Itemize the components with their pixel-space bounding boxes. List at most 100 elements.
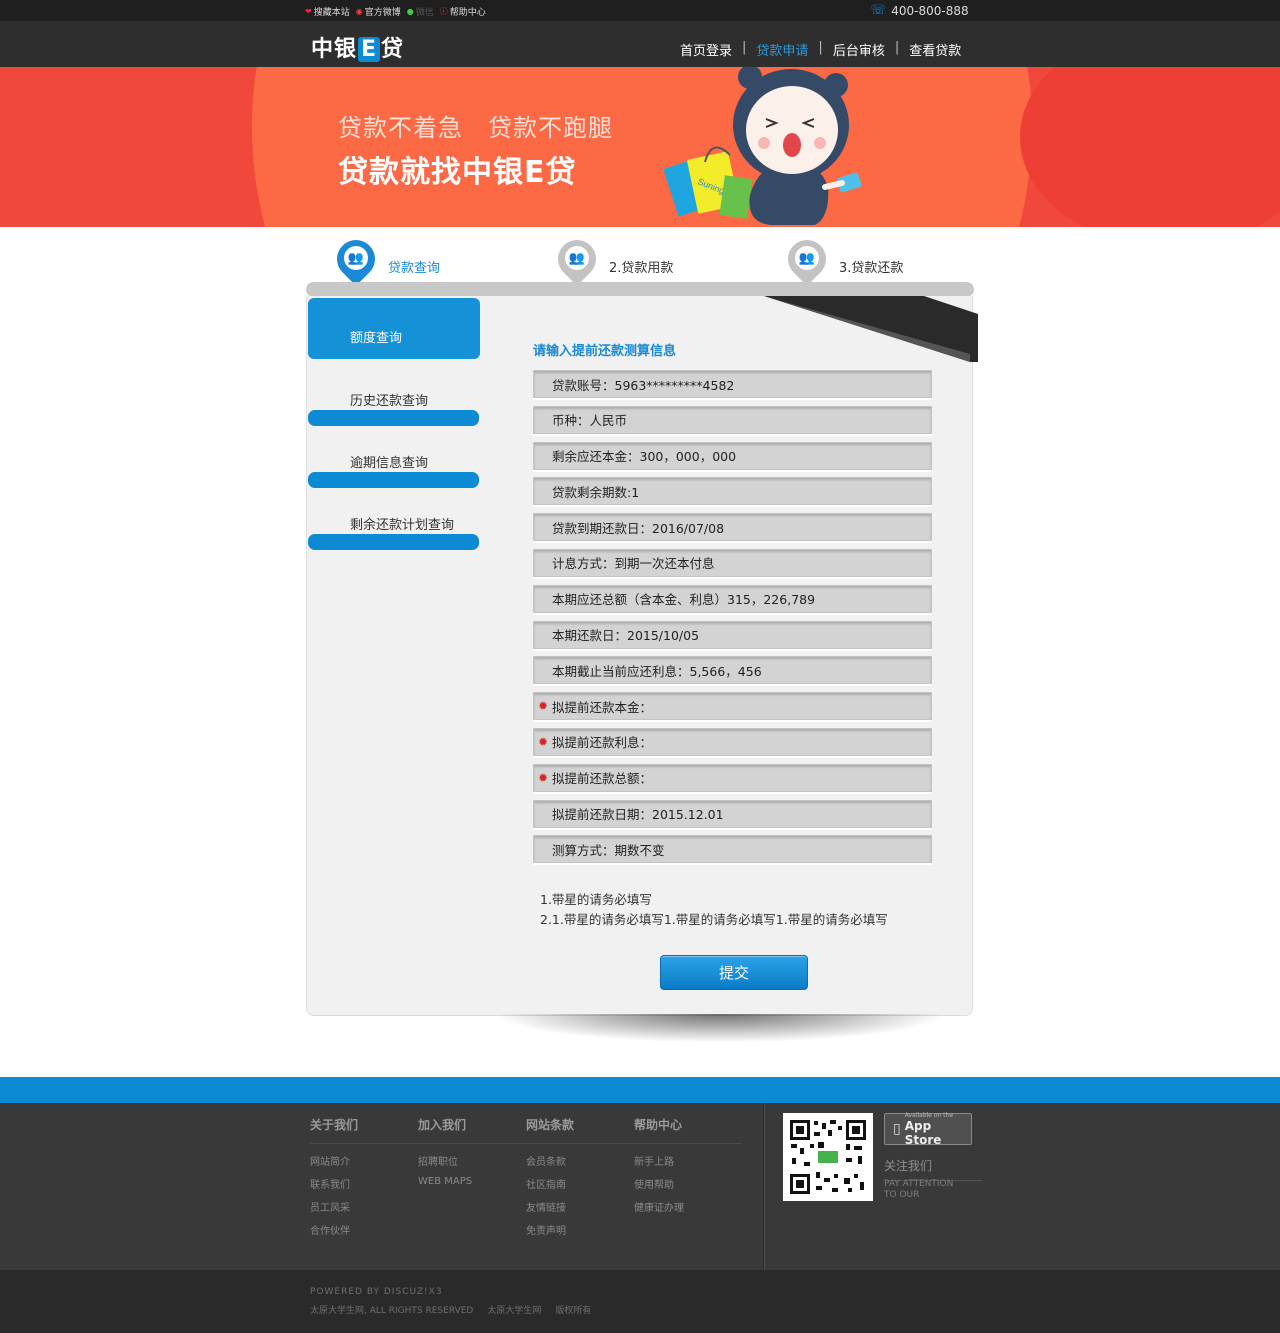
footer-link[interactable]: 网站简介 [310, 1153, 418, 1168]
form-row[interactable]: 币种：人民币 [533, 405, 932, 434]
form-row-text: 拟提前还款日期：2015.12.01 [552, 807, 724, 823]
main-nav: 首页登录 | 贷款申请 | 后台审核 | 查看贷款 [680, 40, 961, 59]
footer-link[interactable]: WEB MAPS [418, 1176, 526, 1187]
footer-columns: 关于我们 网站简介 联系我们 员工风采 合作伙伴 加入我们 招聘职位 WEB MAPS 网站条款… [310, 1116, 742, 1245]
form-row[interactable]: 贷款剩余期数:1 [533, 477, 932, 506]
footer-link[interactable]: 使用帮助 [634, 1176, 742, 1191]
form-row[interactable]: ✹ 拟提前还款利息： [533, 727, 932, 756]
footer-column: 加入我们 招聘职位 WEB MAPS [418, 1116, 526, 1245]
form-row[interactable]: 测算方式：期数不变 [533, 835, 932, 864]
form-row[interactable]: 本期截止当前应还利息：5,566，456 [533, 656, 932, 685]
form-row[interactable]: 贷款到期还款日：2016/07/08 [533, 513, 932, 542]
sidebar-pill [308, 534, 479, 550]
logo[interactable]: 中银 E 贷 [311, 31, 404, 63]
location-pin-icon: 👥 [780, 232, 834, 286]
step-3[interactable]: 👥 3.贷款还款 [780, 232, 904, 286]
form-row[interactable]: ✹ 拟提前还款总额： [533, 763, 932, 792]
sidebar-item-overdue-info[interactable]: 逾期信息查询 [308, 422, 480, 488]
top-link-wechat[interactable]: ● 微信 [407, 5, 434, 18]
form-row[interactable]: 本期还款日：2015/10/05 [533, 620, 932, 649]
powered-by: POWERED BY DISCUZ!X3 [310, 1287, 443, 1297]
footer-column: 网站条款会员条款社区指南友情链接免责声明 [526, 1116, 634, 1245]
progress-track [306, 282, 974, 297]
note-line-2: 2.1.带星的请务必填写1.带星的请务必填写1.带星的请务必填写 [540, 912, 888, 927]
footer-link[interactable]: 合作伙伴 [310, 1222, 418, 1237]
required-star-icon: ✹ [538, 734, 549, 749]
form-row-text: 剩余应还本金：300，000，000 [552, 449, 737, 465]
app-store-badge[interactable]: ▯ Available on the App Store [884, 1112, 972, 1147]
sidebar-item-history-repayment[interactable]: 历史还款查询 [308, 360, 480, 426]
footer-link[interactable]: 联系我们 [310, 1176, 418, 1191]
sidebar-item-quota-query[interactable]: 额度查询 [308, 298, 480, 359]
weibo-icon: ◉ [355, 7, 363, 16]
form-notes: 1.带星的请务必填写 2.1.带星的请务必填写1.带星的请务必填写1.带星的请务… [540, 890, 888, 930]
form-row[interactable]: 剩余应还本金：300，000，000 [533, 441, 932, 470]
corner-ribbon [764, 296, 978, 362]
banner-slogan-2: 贷款就找中银E贷 [338, 155, 577, 190]
note-line-1: 1.带星的请务必填写 [540, 892, 652, 907]
copyright-bar: POWERED BY DISCUZ!X3 太原大学生网, ALL RIGHTS … [0, 1270, 1280, 1333]
required-star-icon: ✹ [538, 770, 549, 785]
footer-link[interactable]: 招聘职位 [418, 1153, 526, 1168]
sidebar: 额度查询 历史还款查询 逾期信息查询 剩余还款计划查询 [308, 298, 480, 550]
top-link-favorite[interactable]: ❤ 搜藏本站 [305, 5, 350, 18]
step-1[interactable]: 👥 贷款查询 [329, 232, 441, 286]
form-row[interactable]: 拟提前还款日期：2015.12.01 [533, 799, 932, 828]
footer-link[interactable]: 会员条款 [526, 1153, 634, 1168]
phone-icon: ☏ [870, 3, 887, 18]
form-row[interactable]: 贷款账号：5963*********4582 [533, 370, 932, 398]
site-header: 中银 E 贷 首页登录 | 贷款申请 | 后台审核 | 查看贷款 [0, 21, 1280, 67]
qr-code [783, 1113, 873, 1201]
nav-loan-apply[interactable]: 贷款申请 [756, 40, 808, 59]
sidebar-item-label: 额度查询 [350, 331, 403, 346]
footer-link[interactable]: 免责声明 [526, 1222, 634, 1237]
top-link-help[interactable]: ⓘ 帮助中心 [440, 5, 486, 18]
progress-steps: 👥 贷款查询 👥 2.贷款用款 👥 3.贷款还款 [306, 232, 974, 286]
top-links: ❤ 搜藏本站 ◉ 官方微博 ● 微信 ⓘ 帮助中心 [305, 5, 486, 18]
user-icon: 👥 [344, 246, 368, 270]
footer-column-heading: 帮助中心 [634, 1116, 742, 1144]
sidebar-item-label: 剩余还款计划查询 [350, 518, 455, 533]
footer-link[interactable]: 健康证办理 [634, 1199, 742, 1214]
step-3-label: 3.贷款还款 [839, 261, 904, 276]
submit-button[interactable]: 提交 [660, 955, 808, 990]
sidebar-item-remaining-plan[interactable]: 剩余还款计划查询 [308, 484, 480, 550]
form-row-text: 拟提前还款利息： [552, 735, 653, 751]
footer-column-heading: 关于我们 [310, 1116, 418, 1144]
footer: 关于我们 网站简介 联系我们 员工风采 合作伙伴 加入我们 招聘职位 WEB MAPS 网站条款… [0, 1103, 1280, 1270]
form-row-text: 贷款剩余期数:1 [552, 484, 640, 500]
banner-swoosh [1020, 67, 1280, 227]
copyright-line: 太原大学生网, ALL RIGHTS RESERVED 太原大学生网 版权所有 [310, 1306, 592, 1316]
form-row-text: 本期截止当前应还利息：5,566，456 [552, 663, 762, 679]
footer-column-heading: 网站条款 [526, 1116, 634, 1144]
nav-view-loans[interactable]: 查看贷款 [909, 40, 961, 59]
form-rows: 贷款账号：5963*********4582 币种：人民币剩余应还本金：300，0… [533, 370, 932, 871]
form-row-text: 本期还款日：2015/10/05 [552, 628, 700, 644]
nav-backend-review[interactable]: 后台审核 [833, 40, 885, 59]
mascot-illustration: Suning [663, 67, 862, 225]
footer-link[interactable]: 员工风采 [310, 1199, 418, 1214]
nav-separator: | [894, 40, 900, 55]
wechat-icon: ● [406, 7, 414, 16]
location-pin-icon: 👥 [550, 232, 604, 286]
nav-home-login[interactable]: 首页登录 [680, 40, 732, 59]
footer-link[interactable]: 友情链接 [526, 1199, 634, 1214]
step-2[interactable]: 👥 2.贷款用款 [550, 232, 673, 286]
phone-device-icon: ▯ [893, 1121, 901, 1137]
form-row[interactable]: 计息方式：到期一次还本付息 [533, 548, 932, 577]
form-row-text: 本期应还总额（含本金、利息）315，226,789 [552, 592, 816, 608]
hotline: ☏ 400-800-888 [870, 3, 969, 18]
nav-separator: | [742, 40, 747, 55]
top-link-weibo[interactable]: ◉ 官方微博 [356, 5, 401, 18]
heart-icon: ❤ [305, 7, 312, 16]
form-row[interactable]: ✹ 拟提前还款本金： [533, 692, 932, 721]
footer-link[interactable]: 社区指南 [526, 1176, 634, 1191]
form-row-text: 拟提前还款总额： [552, 771, 653, 787]
footer-link[interactable]: 新手上路 [634, 1153, 742, 1168]
help-icon: ⓘ [439, 7, 448, 16]
step-1-label: 贷款查询 [388, 261, 441, 276]
footer-column: 帮助中心新手上路使用帮助健康证办理 [634, 1116, 742, 1245]
footer-accent-bar [0, 1077, 1280, 1103]
form-row[interactable]: 本期应还总额（含本金、利息）315，226,789 [533, 584, 932, 613]
form-row-text: 测算方式：期数不变 [552, 842, 665, 858]
